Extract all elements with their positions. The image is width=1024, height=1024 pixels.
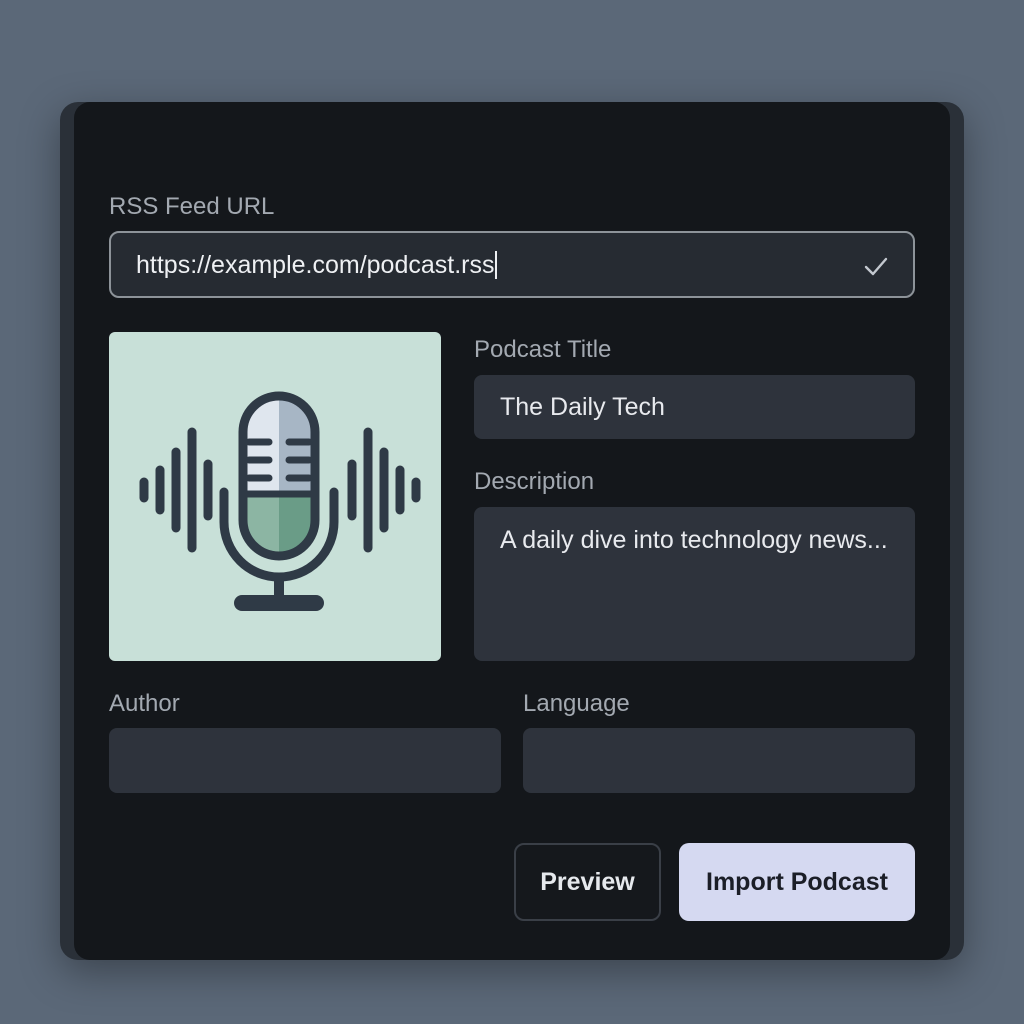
language-label: Language xyxy=(523,690,630,717)
podcast-title-value: The Daily Tech xyxy=(500,393,665,421)
podcast-title-label: Podcast Title xyxy=(474,336,612,363)
author-label: Author xyxy=(109,690,180,717)
text-caret xyxy=(495,251,498,279)
description-label: Description xyxy=(474,468,595,495)
language-input[interactable] xyxy=(523,728,915,793)
description-value: A daily dive into technology news... xyxy=(500,526,888,554)
import-podcast-button[interactable]: Import Podcast xyxy=(679,843,915,921)
rss-feed-url-value-wrap: https://example.com/podcast.rss xyxy=(136,251,498,279)
podcast-artwork[interactable] xyxy=(109,332,441,661)
checkmark-icon xyxy=(864,257,888,276)
podcast-title-input[interactable]: The Daily Tech xyxy=(474,375,915,439)
author-input[interactable] xyxy=(109,728,501,793)
rss-feed-url-input[interactable]: https://example.com/podcast.rss xyxy=(109,231,915,298)
rss-feed-url-label: RSS Feed URL xyxy=(109,193,275,220)
microphone-soundwave-icon xyxy=(139,391,421,611)
description-textarea[interactable]: A daily dive into technology news... xyxy=(474,507,915,661)
rss-feed-url-value: https://example.com/podcast.rss xyxy=(136,251,495,279)
preview-button[interactable]: Preview xyxy=(514,843,661,921)
